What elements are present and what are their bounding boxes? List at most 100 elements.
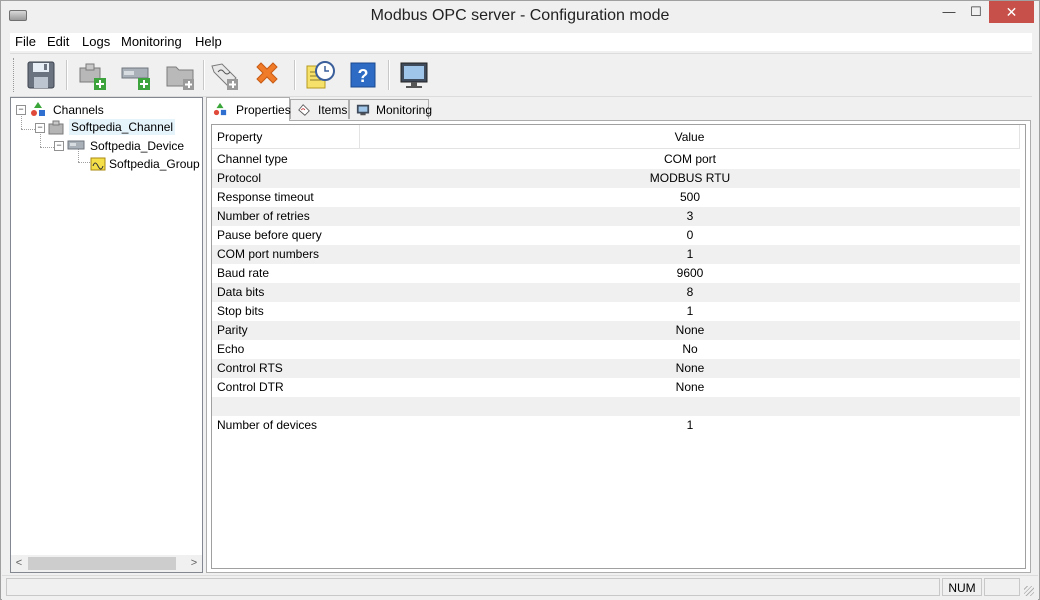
tab-items[interactable]: Items — [290, 99, 349, 119]
property-name-cell: Data bits — [217, 285, 265, 299]
table-row[interactable]: Echo No — [212, 340, 1020, 359]
tree-node-device[interactable]: − Softpedia_Device — [54, 137, 204, 155]
delete-button[interactable] — [250, 58, 284, 92]
status-message — [6, 578, 940, 596]
add-item-icon — [211, 63, 238, 90]
tree-node-group[interactable]: Softpedia_Group — [90, 155, 202, 173]
add-item-button[interactable] — [208, 58, 242, 92]
property-name-cell: Channel type — [217, 152, 288, 166]
maximize-button[interactable]: ☐ — [963, 1, 989, 23]
table-row[interactable]: Protocol MODBUS RTU — [212, 169, 1020, 188]
toolbar-grip[interactable] — [13, 58, 16, 92]
property-value-cell[interactable]: None — [360, 321, 1020, 340]
table-row[interactable]: Number of retries 3 — [212, 207, 1020, 226]
tree-label-selected: Softpedia_Channel — [69, 119, 176, 135]
property-value-cell[interactable]: 1 — [360, 416, 1020, 435]
table-row[interactable] — [212, 397, 1020, 416]
minimize-button[interactable]: — — [935, 1, 963, 23]
app-window: Modbus OPC server - Configuration mode —… — [0, 0, 1040, 600]
property-value-cell[interactable]: None — [360, 378, 1020, 397]
status-bar: NUM — [2, 575, 1038, 600]
help-icon: ? — [350, 62, 376, 88]
table-row[interactable]: COM port numbers 1 — [212, 245, 1020, 264]
property-value-cell[interactable]: 500 — [360, 188, 1020, 207]
tree-label: Channels — [53, 103, 104, 117]
tree-connector — [21, 129, 35, 130]
scroll-right-button[interactable]: > — [186, 556, 202, 571]
collapse-channels-button[interactable]: − — [16, 105, 26, 115]
property-name-cell: Number of devices — [217, 418, 318, 432]
save-button[interactable] — [24, 58, 58, 92]
property-name-cell: Protocol — [217, 171, 262, 185]
menu-edit[interactable]: Edit — [47, 34, 69, 49]
property-name-cell: Response timeout — [217, 190, 314, 204]
menu-bar: File Edit Logs Monitoring Help — [10, 33, 1032, 51]
group-icon — [90, 157, 106, 171]
property-value-cell[interactable]: COM port — [360, 150, 1020, 169]
menu-help[interactable]: Help — [195, 34, 222, 49]
toolbar-separator — [294, 60, 296, 90]
table-row[interactable]: Response timeout 500 — [212, 188, 1020, 207]
scroll-thumb[interactable] — [28, 557, 176, 570]
tab-properties[interactable]: Properties — [206, 97, 291, 121]
property-value-cell[interactable]: 9600 — [360, 264, 1020, 283]
properties-icon — [213, 102, 227, 116]
menu-file[interactable]: File — [15, 34, 36, 49]
channel-tree[interactable]: − Channels − Softpedia_Channel − Softped… — [10, 97, 203, 573]
add-device-button[interactable] — [120, 58, 154, 92]
tree-node-channel[interactable]: − Softpedia_Channel — [35, 119, 185, 137]
tree-connector — [78, 162, 90, 163]
monitor-icon — [400, 62, 428, 88]
property-value-cell[interactable]: 3 — [360, 207, 1020, 226]
tab-label: Monitoring — [376, 103, 433, 117]
property-name-cell — [217, 397, 357, 416]
property-value-cell[interactable]: 1 — [360, 302, 1020, 321]
table-row[interactable]: Pause before query 0 — [212, 226, 1020, 245]
add-channel-button[interactable] — [76, 58, 110, 92]
add-group-button[interactable] — [164, 58, 198, 92]
table-row[interactable]: Control DTR None — [212, 378, 1020, 397]
table-row[interactable]: Baud rate 9600 — [212, 264, 1020, 283]
column-header-property[interactable]: Property — [212, 125, 360, 149]
close-button[interactable]: ✕ — [989, 1, 1034, 23]
tree-label: Softpedia_Group — [109, 157, 200, 171]
property-name-cell: Stop bits — [217, 304, 264, 318]
table-row[interactable]: Parity None — [212, 321, 1020, 340]
table-row[interactable]: Channel type COM port — [212, 150, 1020, 169]
property-value-cell[interactable] — [360, 397, 1020, 416]
table-row[interactable]: Stop bits 1 — [212, 302, 1020, 321]
tree-connector — [40, 147, 54, 148]
title-bar[interactable]: Modbus OPC server - Configuration mode —… — [1, 1, 1039, 32]
tree-horizontal-scrollbar[interactable]: < > — [11, 555, 202, 572]
channels-icon — [31, 102, 45, 116]
channel-icon — [48, 120, 64, 135]
tree-node-channels[interactable]: − Channels — [16, 101, 136, 119]
collapse-device-button[interactable]: − — [54, 141, 64, 151]
collapse-channel-button[interactable]: − — [35, 123, 45, 133]
properties-grid[interactable]: Property Value Channel type COM port Proto… — [211, 124, 1026, 569]
add-device-icon — [121, 67, 150, 90]
scroll-left-button[interactable]: < — [11, 556, 27, 571]
options-clock-icon — [306, 61, 335, 89]
menu-monitoring[interactable]: Monitoring — [121, 34, 182, 49]
property-name-cell: Pause before query — [217, 228, 322, 242]
table-row[interactable]: Control RTS None — [212, 359, 1020, 378]
items-icon — [298, 104, 310, 116]
help-button[interactable]: ? — [346, 58, 380, 92]
resize-grip[interactable] — [1024, 586, 1034, 596]
table-row[interactable]: Number of devices 1 — [212, 416, 1020, 435]
options-button[interactable] — [304, 58, 338, 92]
property-value-cell[interactable]: None — [360, 359, 1020, 378]
column-header-value[interactable]: Value — [360, 125, 1020, 149]
property-value-cell[interactable]: No — [360, 340, 1020, 359]
monitoring-button[interactable] — [397, 58, 431, 92]
property-value-cell[interactable]: 8 — [360, 283, 1020, 302]
property-value-cell[interactable]: MODBUS RTU — [360, 169, 1020, 188]
property-value-cell[interactable]: 1 — [360, 245, 1020, 264]
menu-logs[interactable]: Logs — [82, 34, 110, 49]
property-name-cell: COM port numbers — [217, 247, 320, 261]
table-row[interactable]: Data bits 8 — [212, 283, 1020, 302]
tab-monitoring[interactable]: Monitoring — [349, 99, 433, 119]
property-value-cell[interactable]: 0 — [360, 226, 1020, 245]
tab-label: Properties — [236, 103, 291, 117]
